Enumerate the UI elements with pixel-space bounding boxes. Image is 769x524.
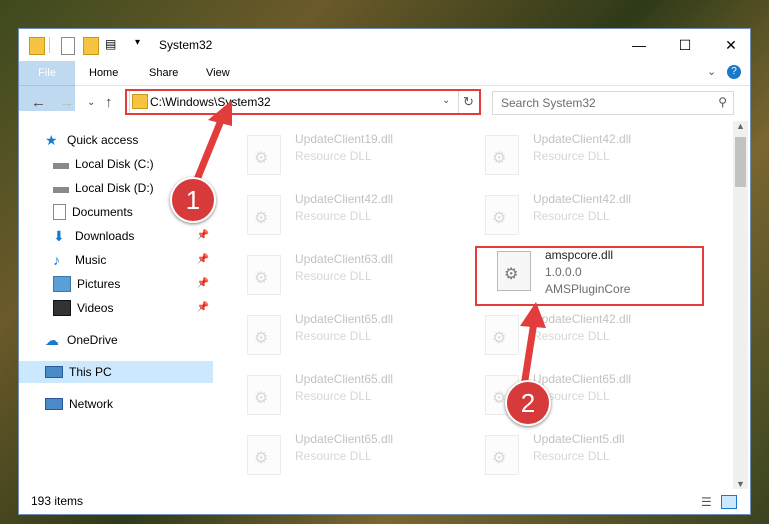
step-badge-1: 1 bbox=[170, 177, 216, 223]
arrow-1-head bbox=[208, 100, 232, 126]
annotation-arrows bbox=[192, 100, 546, 390]
arrow-2 bbox=[520, 318, 538, 390]
arrow-2-head bbox=[520, 302, 546, 328]
arrow-1 bbox=[192, 114, 226, 186]
step-badge-2: 2 bbox=[505, 380, 551, 426]
